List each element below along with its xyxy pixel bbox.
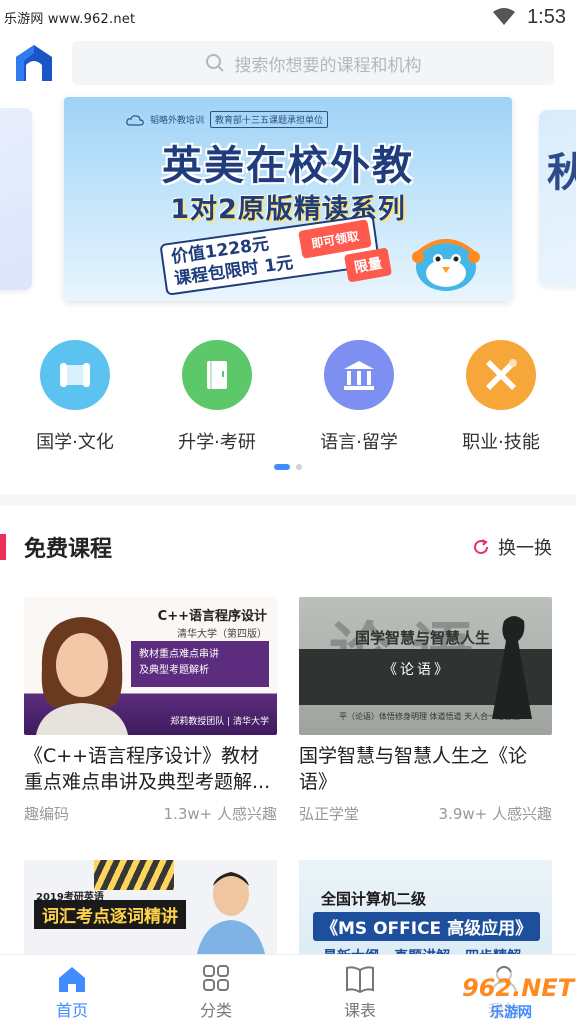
site-watermark: 962.NET 乐游网 [456, 972, 576, 1024]
category-zhiye[interactable]: 职业·技能 [431, 340, 571, 460]
thumb-edition: 清华大学（第四版） [177, 629, 267, 640]
course-thumbnail: C++语言程序设计 清华大学（第四版） 教材重点难点串讲 及典型考题解析 郑莉教… [24, 597, 277, 735]
thumb-heading: 《MS OFFICE 高级应用》 [313, 912, 541, 941]
home-icon [59, 967, 85, 992]
nav-label: 课表 [343, 1001, 376, 1020]
open-book-icon [346, 966, 374, 993]
thumb-stripes [94, 860, 174, 890]
sticker-text: 限量 [352, 255, 384, 277]
banner-org: 韬略外教培训 教育部十三五课题承担单位 [126, 111, 329, 128]
search-placeholder: 搜索你想要的课程和机构 [234, 55, 422, 76]
course-card[interactable]: C++语言程序设计 清华大学（第四版） 教材重点难点串讲 及典型考题解析 郑莉教… [24, 597, 277, 824]
limited-sticker: 限量 [343, 247, 393, 283]
nav-category[interactable]: 分类 [144, 955, 288, 1024]
cat-icon-bg [324, 340, 394, 410]
course-provider: 趣编码 [24, 805, 70, 823]
course-provider: 弘正学堂 [299, 805, 360, 823]
mascot-bird-icon [412, 239, 480, 291]
refresh-button[interactable]: 换一换 [472, 534, 552, 560]
status-bar: 乐游网 www.962.net 1:53 [0, 0, 576, 34]
confucius-figure [492, 616, 532, 719]
banner-slide-next[interactable]: 秋 [539, 110, 576, 286]
refresh-label: 换一换 [498, 538, 552, 559]
section-divider [0, 494, 576, 506]
thumb-heading: C++语言程序设计 [157, 609, 267, 624]
category-shengxue[interactable]: 升学·考研 [147, 340, 287, 460]
pager-dot-active[interactable] [274, 464, 290, 470]
watermark-big: 962.NET [462, 974, 575, 1002]
building-icon [344, 361, 374, 390]
instructor-photo [195, 872, 267, 964]
app-header: 搜索你想要的课程和机构 [0, 34, 576, 92]
cat-icon-bg [182, 340, 252, 410]
category-label: 语言·留学 [320, 432, 398, 453]
course-title: 《C++语言程序设计》教材重点难点串讲及典型考题解... [24, 745, 271, 793]
thumb-box-line: 教材重点难点串讲 [139, 649, 219, 660]
status-indicators: 1:53 [493, 6, 566, 29]
watermark-small: 乐游网 [490, 1005, 532, 1021]
search-icon [205, 54, 224, 72]
banner-org-tag: 教育部十三五课题承担单位 [210, 111, 329, 128]
house-logo-icon[interactable] [12, 41, 56, 85]
tools-icon [486, 359, 517, 390]
thumb-heading: 国学智慧与智慧人生 [355, 629, 491, 647]
thumb-line: 全国计算机二级 [321, 890, 427, 908]
course-interest: 3.9w+ 人感兴趣 [438, 805, 552, 823]
nav-home[interactable]: 首页 [0, 955, 144, 1024]
thumb-box-line: 及典型考题解析 [139, 665, 209, 676]
clock-time: 1:53 [527, 5, 566, 28]
banner-org-name: 韬略外教培训 [150, 116, 205, 126]
nav-label: 首页 [55, 1001, 88, 1020]
course-meta: 趣编码 1.3w+ 人感兴趣 [24, 803, 277, 824]
instructor-photo [36, 617, 128, 735]
grid-icon [203, 965, 229, 991]
banner-subtitle: 1对2原版精读系列 [170, 194, 406, 225]
free-courses-header: 免费课程 换一换 [0, 530, 576, 564]
thumb-heading: 词汇考点逐词精讲 [34, 900, 186, 929]
banner-slide-current[interactable]: 韬略外教培训 教育部十三五课题承担单位 英美在校外教 1对2原版精读系列 价值1… [64, 97, 512, 301]
category-yuyan[interactable]: 语言·留学 [289, 340, 429, 460]
course-thumbnail: 论语 国学智慧与智慧人生 《论语》 平（论语）体悟修身明理 体道悟道 天人合一之… [299, 597, 552, 735]
cloud-logo-icon [126, 114, 144, 126]
course-meta: 弘正学堂 3.9w+ 人感兴趣 [299, 803, 552, 824]
cat-icon-bg [466, 340, 536, 410]
search-input[interactable]: 搜索你想要的课程和机构 [72, 41, 554, 85]
section-title: 免费课程 [24, 537, 113, 562]
book-icon [207, 361, 227, 389]
course-interest: 1.3w+ 人感兴趣 [163, 805, 277, 823]
banner-title: 英美在校外教 [162, 143, 414, 189]
course-title: 国学智慧与智慧人生之《论语》 [299, 745, 528, 793]
course-card[interactable]: 论语 国学智慧与智慧人生 《论语》 平（论语）体悟修身明理 体道悟道 天人合一之… [299, 597, 552, 824]
banner-next-glyph: 秋 [547, 150, 576, 196]
category-label: 职业·技能 [462, 432, 540, 453]
wifi-icon [493, 8, 516, 25]
pager-dot[interactable] [296, 464, 302, 470]
banner-slide-prev[interactable] [0, 108, 32, 290]
cat-icon-bg [40, 340, 110, 410]
promo-line-3: 即可领取 [310, 228, 360, 251]
category-label: 国学·文化 [36, 432, 114, 453]
watermark-text: 乐游网 www.962.net [4, 11, 136, 27]
thumb-book: 《论语》 [383, 662, 451, 678]
thumb-footer: 郑莉教授团队 | 清华大学 [170, 717, 269, 727]
category-guoxue[interactable]: 国学·文化 [5, 340, 145, 460]
refresh-icon [474, 539, 489, 555]
nav-label: 分类 [199, 1001, 232, 1020]
section-accent-bar [0, 534, 6, 560]
category-label: 升学·考研 [178, 432, 256, 453]
category-row: 国学·文化 升学·考研 语言·留学 职业·技能 [0, 340, 576, 460]
category-pager [0, 464, 576, 470]
scroll-icon [60, 363, 90, 387]
nav-schedule[interactable]: 课表 [288, 955, 432, 1024]
thumb-box: 教材重点难点串讲 及典型考题解析 [131, 641, 269, 687]
